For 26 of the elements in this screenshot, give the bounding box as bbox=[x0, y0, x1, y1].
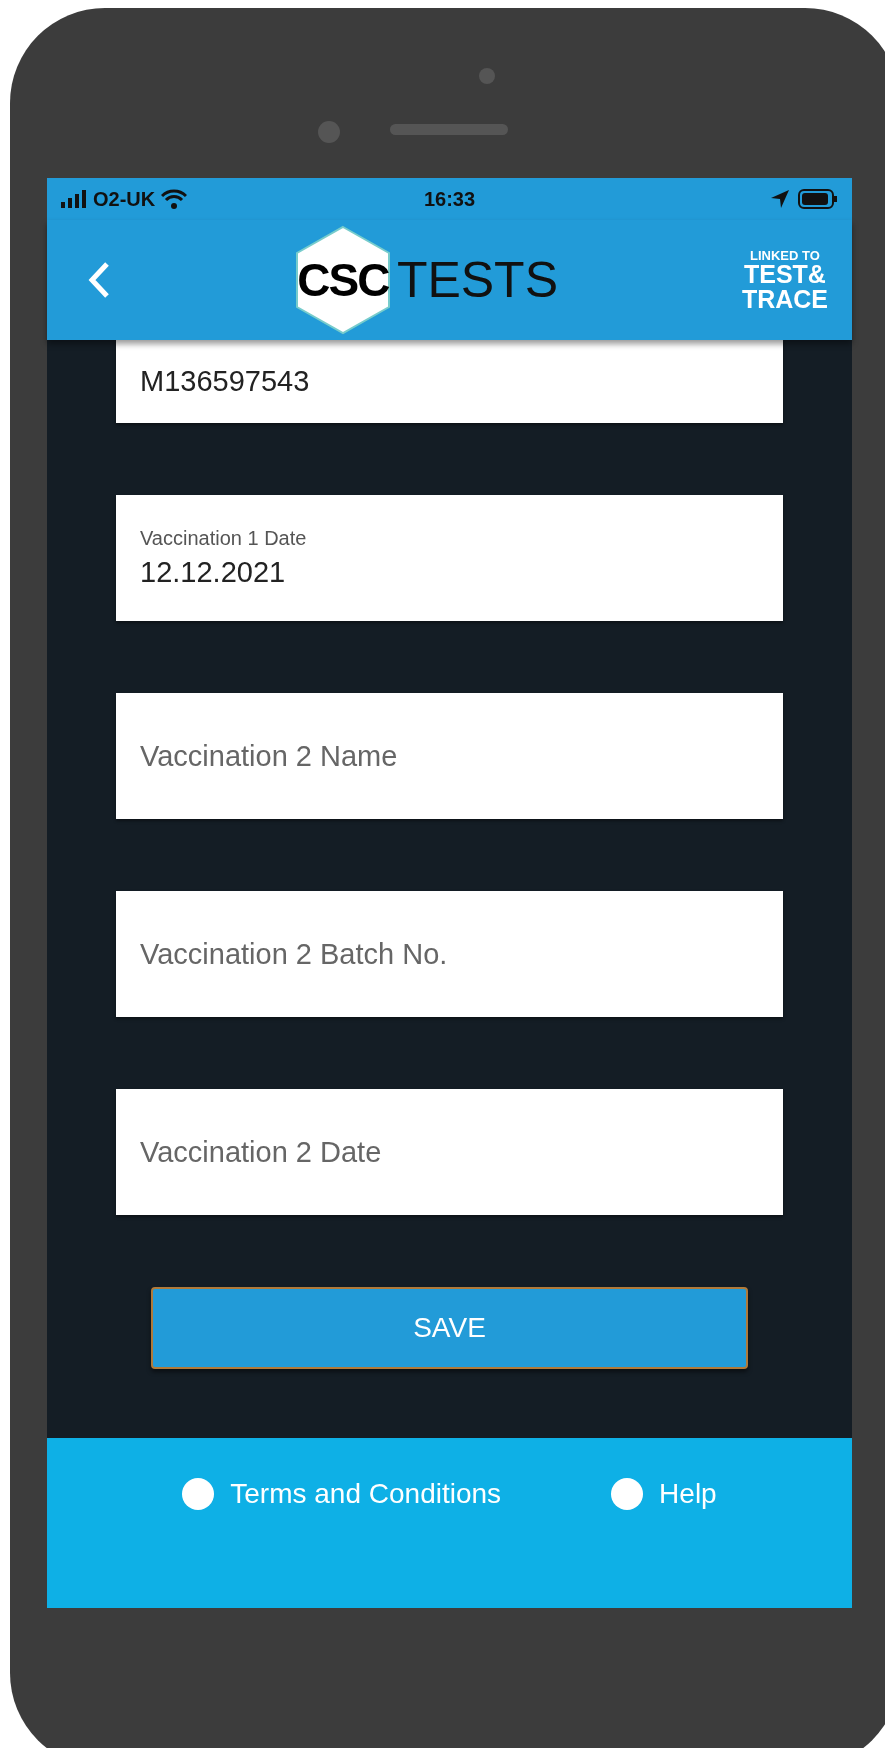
signal-icon bbox=[61, 190, 87, 208]
hexagon-icon bbox=[294, 225, 391, 335]
save-button[interactable]: SAVE bbox=[151, 1287, 748, 1369]
input-field[interactable]: Vaccination 2 Batch No. bbox=[116, 891, 783, 1017]
badge-title: TRACE bbox=[741, 286, 828, 312]
bullet-icon bbox=[182, 1478, 215, 1510]
field-label: Vaccination 1 Date bbox=[140, 527, 308, 550]
logo-text: TESTS bbox=[396, 251, 558, 309]
date-field[interactable]: 12.12.2021 bbox=[140, 556, 759, 589]
bullet-icon bbox=[611, 1478, 644, 1510]
footer-link[interactable]: Help bbox=[659, 1478, 717, 1510]
battery-icon bbox=[798, 189, 838, 209]
badge-caption: LINKED TO bbox=[750, 248, 820, 262]
input-field[interactable]: Vaccination 2 Name bbox=[116, 693, 783, 819]
back-chevron-icon[interactable] bbox=[87, 260, 111, 300]
badge-title: TEST& bbox=[743, 261, 826, 287]
input-field[interactable]: Vaccination 2 Date bbox=[116, 1089, 783, 1215]
sensor-dot bbox=[479, 68, 495, 84]
location-arrow-icon bbox=[770, 189, 790, 209]
carrier-name: O2-UK bbox=[93, 187, 156, 211]
logo-mark: CSC bbox=[297, 253, 389, 307]
batch-number-field[interactable]: M136597543 bbox=[116, 340, 783, 423]
wifi-icon bbox=[161, 189, 188, 209]
status-time: 16:33 bbox=[423, 187, 476, 210]
footer-link[interactable]: Terms and Conditions bbox=[230, 1478, 502, 1510]
camera-dot bbox=[318, 121, 340, 143]
